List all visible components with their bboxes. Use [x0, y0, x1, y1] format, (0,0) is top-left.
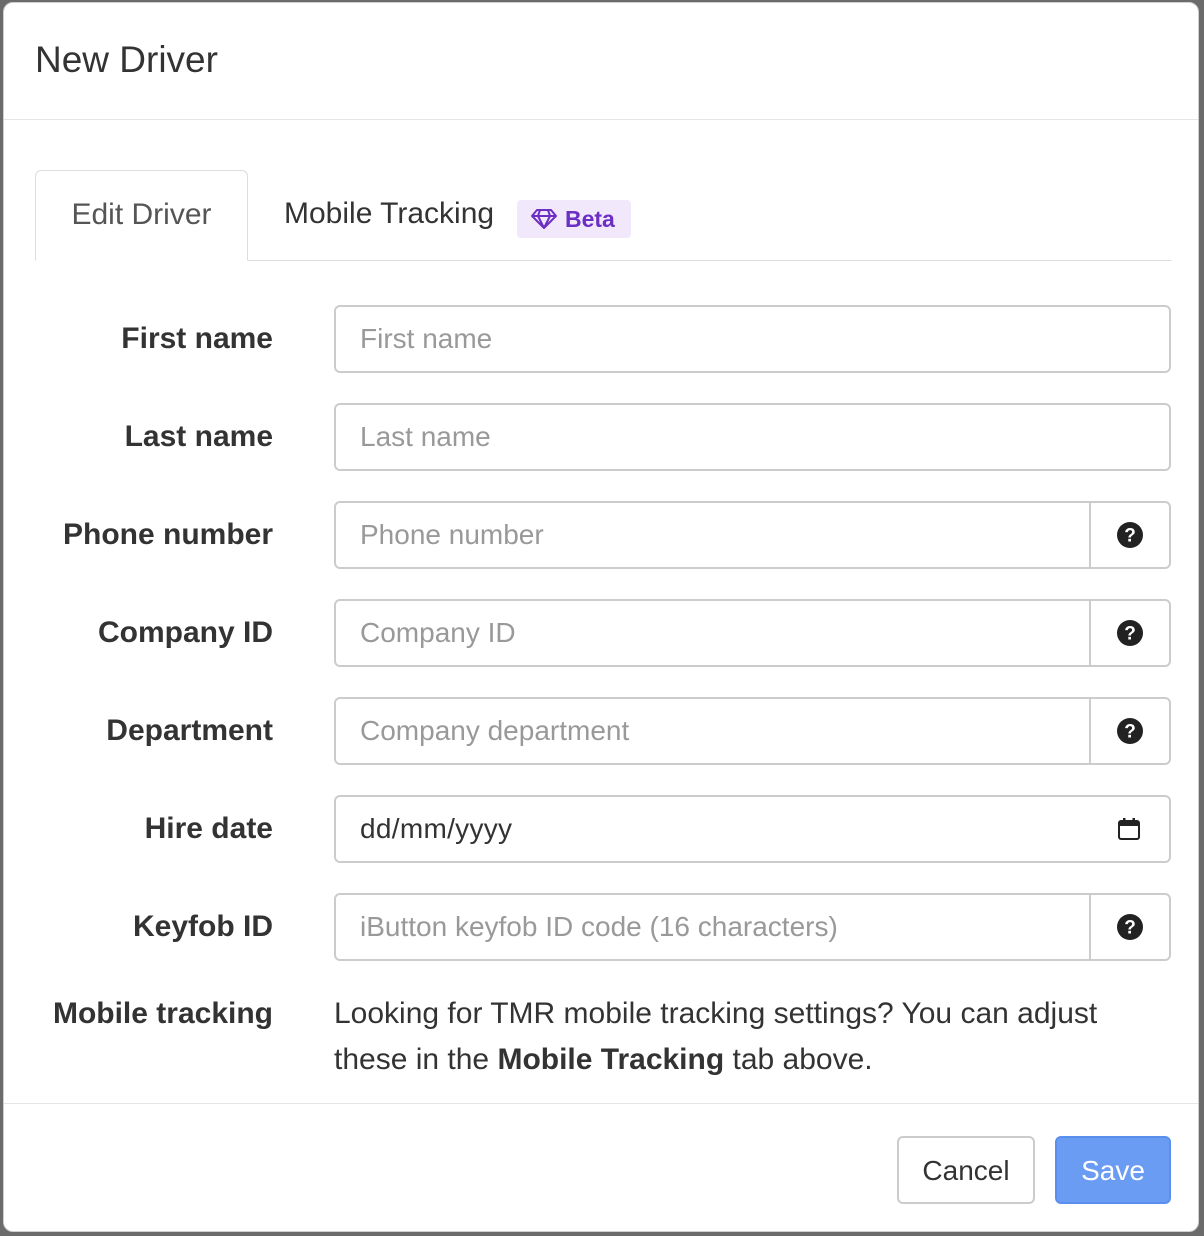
question-circle-icon: ? — [1117, 620, 1143, 646]
phone-number-help[interactable]: ? — [1089, 503, 1169, 567]
mobile-tracking-info: Looking for TMR mobile tracking settings… — [334, 991, 1174, 1083]
keyfob-id-input[interactable] — [336, 895, 1091, 959]
hire-date-label: Hire date — [144, 812, 273, 845]
diamond-icon — [531, 209, 557, 229]
company-id-input[interactable] — [336, 601, 1091, 665]
mobile-tracking-label: Mobile tracking — [52, 997, 273, 1030]
keyfob-id-label: Keyfob ID — [132, 910, 273, 943]
svg-text:?: ? — [1124, 918, 1136, 939]
hire-date-placeholder: dd/mm/yyyy — [360, 813, 513, 844]
save-button[interactable]: Save — [1055, 1136, 1171, 1204]
keyfob-id-row: Keyfob ID ? — [4, 893, 1198, 961]
tab-mobile-tracking[interactable]: Mobile Tracking Beta — [284, 170, 631, 260]
beta-badge: Beta — [517, 200, 631, 238]
beta-badge-label: Beta — [565, 206, 615, 232]
keyfob-id-wrap: ? — [334, 893, 1171, 961]
svg-text:?: ? — [1124, 722, 1136, 743]
department-label: Department — [106, 714, 273, 747]
tab-edit-driver-label: Edit Driver — [71, 198, 212, 231]
cancel-button[interactable]: Cancel — [897, 1136, 1035, 1204]
last-name-label: Last name — [124, 420, 273, 453]
question-circle-icon: ? — [1117, 522, 1143, 548]
company-id-wrap: ? — [334, 599, 1171, 667]
company-id-help[interactable]: ? — [1089, 601, 1169, 665]
first-name-wrap — [334, 305, 1171, 373]
phone-number-wrap: ? — [334, 501, 1171, 569]
dialog-title: New Driver — [35, 39, 218, 80]
mobile-tracking-tab-reference: Mobile Tracking — [497, 1043, 725, 1076]
phone-number-row: Phone number ? — [4, 501, 1198, 569]
phone-number-input[interactable] — [336, 503, 1091, 567]
calendar-icon[interactable] — [1117, 817, 1141, 841]
dialog-header: New Driver — [4, 3, 1198, 120]
phone-number-label: Phone number — [62, 518, 273, 551]
department-input[interactable] — [336, 699, 1091, 763]
mobile-tracking-text-after: tab above. — [724, 1043, 873, 1076]
last-name-row: Last name — [4, 403, 1198, 471]
question-circle-icon: ? — [1117, 914, 1143, 940]
tab-edit-driver[interactable]: Edit Driver — [35, 170, 248, 261]
dialog-footer: Cancel Save — [4, 1103, 1198, 1231]
question-circle-icon: ? — [1117, 718, 1143, 744]
department-help[interactable]: ? — [1089, 699, 1169, 763]
hire-date-row: Hire date dd/mm/yyyy — [4, 795, 1198, 863]
new-driver-dialog: New Driver Edit Driver Mobile Tracking B… — [3, 2, 1199, 1232]
svg-text:?: ? — [1124, 624, 1136, 645]
company-id-label: Company ID — [97, 616, 273, 649]
last-name-input[interactable] — [336, 405, 1169, 469]
company-id-row: Company ID ? — [4, 599, 1198, 667]
hire-date-input[interactable]: dd/mm/yyyy — [334, 795, 1171, 863]
svg-text:?: ? — [1124, 526, 1136, 547]
last-name-wrap — [334, 403, 1171, 471]
first-name-row: First name — [4, 305, 1198, 373]
first-name-input[interactable] — [336, 307, 1169, 371]
keyfob-id-help[interactable]: ? — [1089, 895, 1169, 959]
tab-bar: Edit Driver Mobile Tracking Beta — [35, 170, 1171, 261]
tab-mobile-tracking-label: Mobile Tracking — [284, 197, 495, 230]
department-row: Department ? — [4, 697, 1198, 765]
department-wrap: ? — [334, 697, 1171, 765]
first-name-label: First name — [121, 322, 273, 355]
mobile-tracking-row: Mobile tracking Looking for TMR mobile t… — [4, 991, 1198, 1087]
